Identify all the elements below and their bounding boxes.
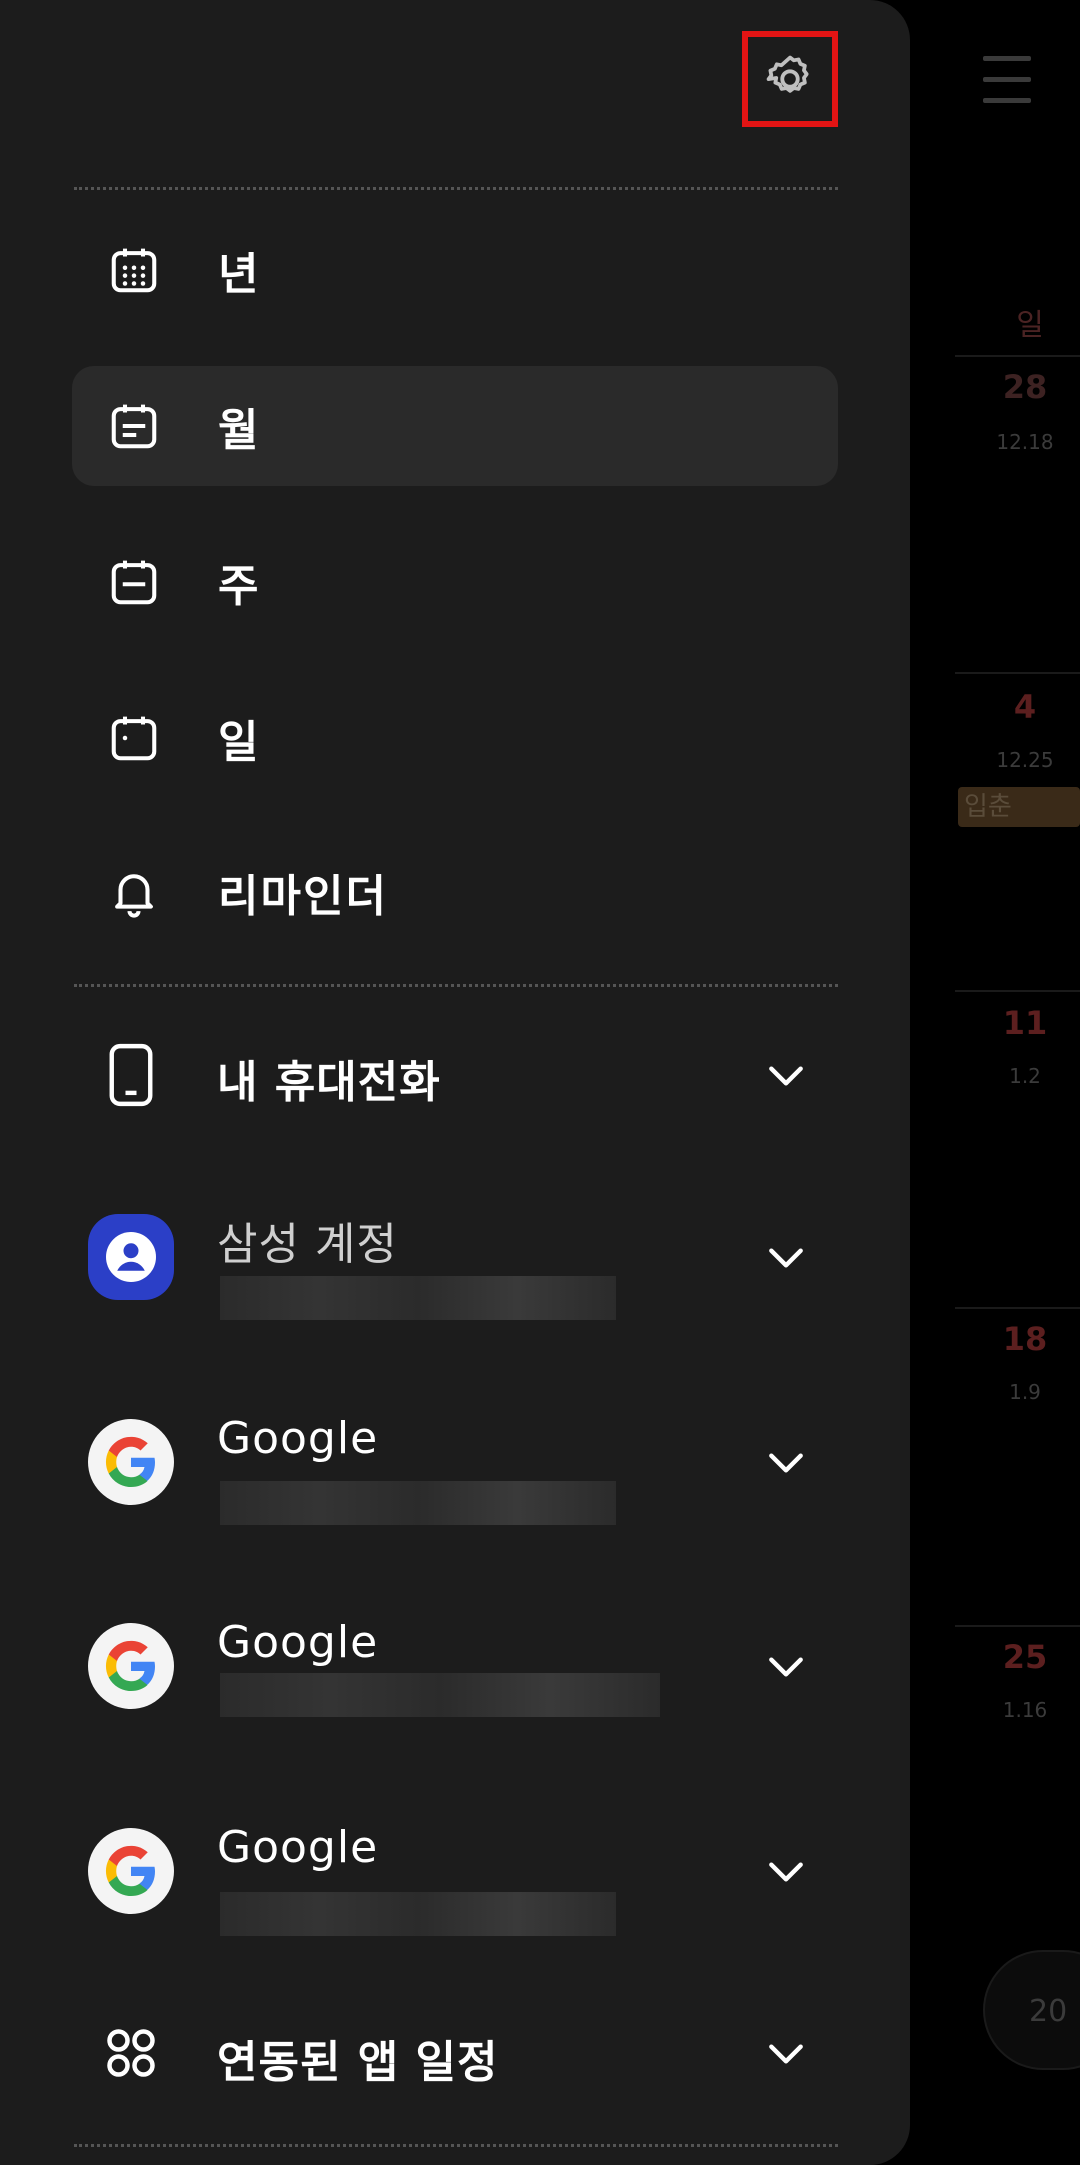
navigation-drawer: 년 월 주 일 리마인더 내 휴대전화 삼성 계정 Google Google …	[0, 0, 910, 2165]
week-divider	[955, 1625, 1080, 1627]
lunar-date: 1.16	[1002, 1698, 1048, 1722]
calendar-day-icon	[105, 709, 163, 767]
account-email-redacted	[220, 1481, 616, 1525]
calendar-event-chip: 입춘	[958, 787, 1080, 827]
hamburger-menu-icon[interactable]	[983, 56, 1031, 103]
calendar-date: 18	[1002, 1320, 1048, 1358]
account-google-2[interactable]: Google	[72, 1601, 838, 1731]
nav-label: 년	[218, 249, 261, 300]
lunar-date: 12.25	[996, 748, 1054, 772]
account-email-redacted	[220, 1673, 660, 1717]
calendar-grid-icon	[105, 241, 163, 299]
account-linked-apps[interactable]: 연동된 앱 일정	[72, 1988, 838, 2118]
nav-label: 주	[218, 561, 261, 612]
account-title: Google	[217, 1822, 379, 1873]
account-title: 연동된 앱 일정	[217, 2037, 499, 2088]
google-icon	[88, 1419, 174, 1505]
nav-item-day[interactable]: 일	[72, 678, 838, 798]
account-google-3[interactable]: Google	[72, 1806, 838, 1936]
phone-icon	[88, 1032, 174, 1118]
google-icon	[88, 1828, 174, 1914]
bell-icon	[105, 863, 163, 921]
gear-icon	[766, 55, 809, 93]
calendar-day-header: 일	[1016, 308, 1044, 343]
apps-grid-icon	[88, 2010, 174, 2096]
week-divider	[955, 672, 1080, 674]
account-google-1[interactable]: Google	[72, 1397, 838, 1527]
samsung-account-icon	[88, 1214, 174, 1300]
divider	[74, 2144, 838, 2147]
divider	[74, 187, 838, 190]
account-email-redacted	[220, 1276, 616, 1320]
nav-label: 월	[218, 405, 261, 456]
lunar-date: 1.9	[1009, 1380, 1041, 1404]
lunar-date: 1.2	[1009, 1064, 1041, 1088]
nav-item-month[interactable]: 월	[72, 366, 838, 486]
lunar-date: 12.18	[996, 430, 1054, 454]
account-title: Google	[217, 1617, 379, 1668]
calendar-date: 4	[1013, 688, 1037, 726]
account-my-phone[interactable]: 내 휴대전화	[72, 1010, 838, 1140]
nav-item-week[interactable]: 주	[72, 522, 838, 642]
nav-label: 일	[218, 717, 261, 768]
account-title: Google	[217, 1413, 379, 1464]
account-email-redacted	[220, 1892, 616, 1936]
chevron-down-icon[interactable]	[764, 1441, 808, 1485]
calendar-month-icon	[105, 397, 163, 455]
calendar-date: 11	[1002, 1004, 1048, 1042]
chevron-down-icon[interactable]	[764, 1645, 808, 1689]
account-title: 내 휴대전화	[217, 1057, 441, 1108]
week-divider	[955, 355, 1080, 357]
calendar-date: 28	[1002, 368, 1048, 406]
chevron-down-icon[interactable]	[764, 1850, 808, 1894]
week-divider	[955, 1307, 1080, 1309]
account-samsung[interactable]: 삼성 계정	[72, 1192, 838, 1322]
settings-button[interactable]	[742, 31, 838, 127]
account-title: 삼성 계정	[217, 1219, 398, 1270]
nav-label: 리마인더	[218, 871, 388, 922]
divider	[74, 984, 838, 987]
nav-item-year[interactable]: 년	[72, 210, 838, 330]
week-divider	[955, 990, 1080, 992]
calendar-week-icon	[105, 553, 163, 611]
calendar-date: 25	[1002, 1638, 1048, 1676]
chevron-down-icon[interactable]	[764, 2032, 808, 2076]
nav-item-reminder[interactable]: 리마인더	[72, 832, 838, 952]
google-icon	[88, 1623, 174, 1709]
chevron-down-icon[interactable]	[764, 1054, 808, 1098]
chevron-down-icon[interactable]	[764, 1236, 808, 1280]
